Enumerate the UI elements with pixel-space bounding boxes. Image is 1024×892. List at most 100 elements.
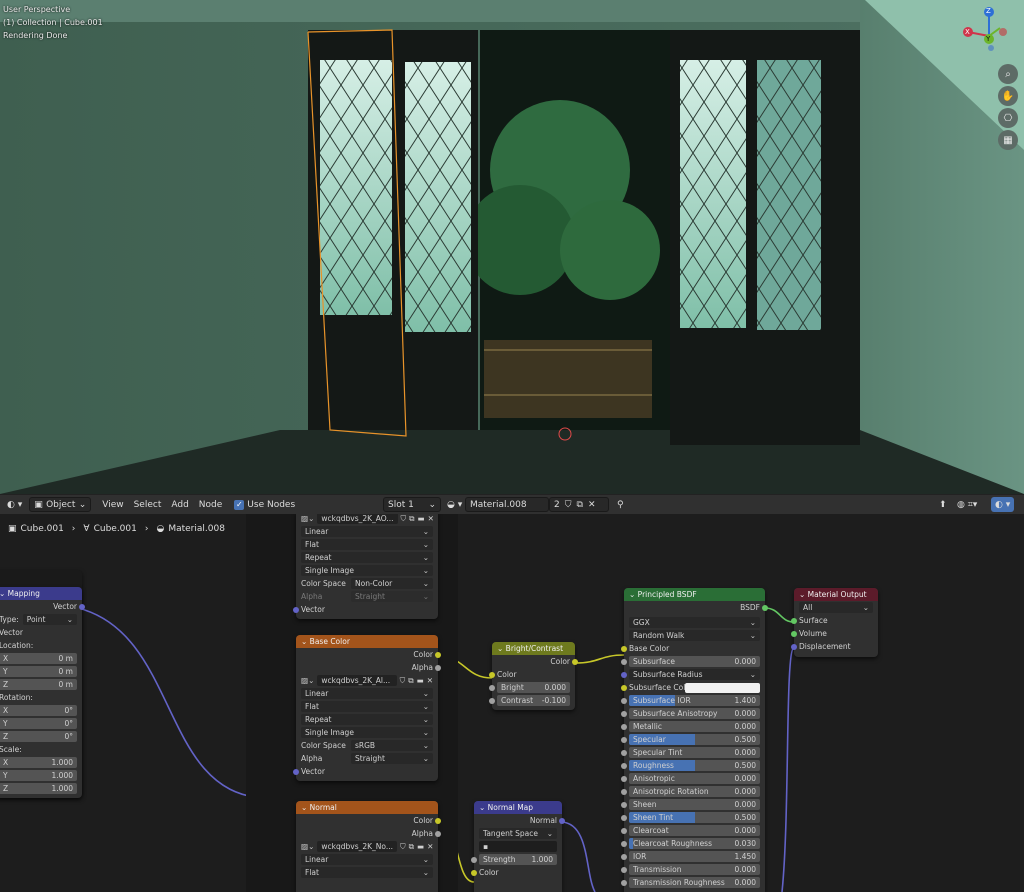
mapping-node[interactable]: ⌄ Mapping Vector Type: Point ⌄ Vector Loca… <box>0 587 85 798</box>
location-x-field[interactable]: X0 m <box>0 653 77 664</box>
strength-socket[interactable] <box>471 856 477 863</box>
base-vector-socket[interactable] <box>293 768 299 775</box>
displacement-input-socket[interactable] <box>791 643 797 650</box>
base-alpha-dropdown[interactable]: Straight ⌄ <box>351 753 433 764</box>
node-editor-canvas[interactable]: ▣ Cube.001 › ∀ Cube.001 › ◒ Material.008… <box>0 514 1024 892</box>
bsdf-field-specular[interactable]: Specular 0.500 <box>629 734 760 745</box>
base-color-node-header[interactable]: ⌄ Base Color <box>296 635 438 648</box>
grid-icon[interactable]: ▦ <box>998 130 1018 150</box>
bsdf-field-sheen[interactable]: Sheen 0.000 <box>629 799 760 810</box>
pin-icon[interactable]: ⚲ <box>613 497 628 512</box>
normal-map-node[interactable]: ⌄ Normal Map Normal Tangent Space ⌄ ▪ Str… <box>471 801 565 892</box>
menu-node[interactable]: Node <box>194 500 228 510</box>
slot-dropdown[interactable]: Slot 1 ⌄ <box>383 497 441 512</box>
bsdf-field-specular-tint[interactable]: Specular Tint 0.000 <box>629 747 760 758</box>
use-nodes-toggle[interactable]: ✓ Use Nodes <box>230 497 299 512</box>
bsdf-field-socket[interactable] <box>621 775 627 782</box>
subsurface-color-swatch[interactable] <box>685 682 760 693</box>
output-target-dropdown[interactable]: All ⌄ <box>799 602 873 613</box>
ao-texture-node[interactable]: ▨⌄ wckqdbvs_2K_AO... ⛉ ⧉ ▬ ✕ Linear ⌄ Flat ⌄ Re… <box>293 514 438 619</box>
bright-contrast-header[interactable]: ⌄ Bright/Contrast <box>492 642 575 655</box>
bsdf-field-socket[interactable] <box>621 723 627 730</box>
bsdf-field-subsurface-anisotropy[interactable]: Subsurface Anisotropy 0.000 <box>629 708 760 719</box>
image-duplicate-icon[interactable]: ⧉ <box>409 842 414 852</box>
strength-field[interactable]: Strength 1.000 <box>479 854 557 865</box>
normal-map-header[interactable]: ⌄ Normal Map <box>474 801 562 814</box>
bc-color-input-socket[interactable] <box>489 671 495 678</box>
scale-y-field[interactable]: Y 1.000 <box>0 770 77 781</box>
fake-user-shield-icon[interactable]: ⛉ <box>565 500 572 510</box>
overlay-icon[interactable]: ◐ ▾ <box>991 497 1015 512</box>
snap-icon[interactable]: ◍ ⌗▾ <box>953 497 981 512</box>
subsurface-color-socket[interactable] <box>621 684 627 691</box>
base-image-selector[interactable]: wckqdbvs_2K_Al... <box>317 675 397 686</box>
normal-interpolation-dropdown[interactable]: Linear ⌄ <box>301 854 433 865</box>
folder-icon[interactable]: ▬ <box>417 676 424 685</box>
material-name-field[interactable]: Material.008 <box>465 497 549 512</box>
base-interpolation-dropdown[interactable]: Linear ⌄ <box>301 688 433 699</box>
material-user-controls[interactable]: 2 ⛉ ⧉ ✕ <box>549 497 609 512</box>
distribution-dropdown[interactable]: GGX ⌄ <box>629 617 760 628</box>
bright-contrast-node[interactable]: ⌄ Bright/Contrast Color Color Bright 0.00… <box>489 642 578 710</box>
image-close-icon[interactable]: ✕ <box>427 842 433 851</box>
bsdf-field-socket[interactable] <box>621 697 627 704</box>
zoom-icon[interactable]: ⌕ <box>998 64 1018 84</box>
material-output-node[interactable]: ⌄ Material Output All ⌄ Surface Volume Di… <box>791 588 878 657</box>
ao-source-dropdown[interactable]: Single Image ⌄ <box>301 565 433 576</box>
base-colorspace-dropdown[interactable]: sRGB ⌄ <box>351 740 433 751</box>
subsurface-method-dropdown[interactable]: Random Walk ⌄ <box>629 630 760 641</box>
subsurface-radius-dropdown[interactable]: Subsurface Radius ⌄ <box>629 669 760 680</box>
bsdf-field-transmission-roughness[interactable]: Transmission Roughness 0.000 <box>629 877 760 888</box>
material-browse-icon[interactable]: ◒ ▾ <box>443 497 466 512</box>
material-output-header[interactable]: ⌄ Material Output <box>794 588 878 601</box>
parent-node-tree-icon[interactable]: ⬆ <box>935 497 951 512</box>
base-color-texture-node[interactable]: ⌄ Base Color Color Alpha ▨⌄ wckqdbvs_2K_A… <box>293 635 441 781</box>
surface-input-socket[interactable] <box>791 617 797 624</box>
bsdf-field-clearcoat[interactable]: Clearcoat 0.000 <box>629 825 760 836</box>
mapping-node-header[interactable]: ⌄ Mapping <box>0 587 82 600</box>
bc-bright-socket[interactable] <box>489 684 495 691</box>
ao-colorspace-dropdown[interactable]: Non-Color ⌄ <box>351 578 433 589</box>
bsdf-field-clearcoat-roughness[interactable]: Clearcoat Roughness 0.030 <box>629 838 760 849</box>
ao-interpolation-dropdown[interactable]: Linear ⌄ <box>301 526 433 537</box>
ao-image-selector[interactable]: wckqdbvs_2K_AO... <box>317 514 398 524</box>
bc-contrast-socket[interactable] <box>489 697 495 704</box>
location-y-field[interactable]: Y0 m <box>0 666 77 677</box>
rotation-z-field[interactable]: Z 0° <box>0 731 77 742</box>
volume-input-socket[interactable] <box>791 630 797 637</box>
close-icon[interactable]: ✕ <box>588 500 596 510</box>
camera-icon[interactable]: ⎔ <box>998 108 1018 128</box>
normal-space-dropdown[interactable]: Tangent Space ⌄ <box>479 828 557 839</box>
subsurface-socket[interactable] <box>621 658 627 665</box>
object-mode-dropdown[interactable]: ▣ Object ⌄ <box>29 497 92 512</box>
normal-map-output-socket[interactable] <box>559 817 565 824</box>
bsdf-field-socket[interactable] <box>621 853 627 860</box>
ao-extension-dropdown[interactable]: Repeat ⌄ <box>301 552 433 563</box>
bsdf-field-metallic[interactable]: Metallic 0.000 <box>629 721 760 732</box>
bsdf-field-socket[interactable] <box>621 801 627 808</box>
bsdf-field-socket[interactable] <box>621 827 627 834</box>
subsurface-radius-socket[interactable] <box>621 671 627 678</box>
rotation-x-field[interactable]: X 0° <box>0 705 77 716</box>
bsdf-field-socket[interactable] <box>621 710 627 717</box>
bsdf-field-socket[interactable] <box>621 788 627 795</box>
base-projection-dropdown[interactable]: Flat ⌄ <box>301 701 433 712</box>
bsdf-field-subsurface-ior[interactable]: Subsurface IOR 1.400 <box>629 695 760 706</box>
normal-image-selector[interactable]: wckqdbvs_2K_No... <box>317 841 398 852</box>
pan-hand-icon[interactable]: ✋ <box>998 86 1018 106</box>
subsurface-field[interactable]: Subsurface 0.000 <box>629 656 760 667</box>
bsdf-field-sheen-tint[interactable]: Sheen Tint 0.500 <box>629 812 760 823</box>
normal-texture-node[interactable]: ⌄ Normal Color Alpha ▨⌄ wckqdbvs_2K_No...… <box>296 801 441 892</box>
normal-alpha-output-socket[interactable] <box>435 830 441 837</box>
base-color-output-socket[interactable] <box>435 651 441 658</box>
scale-x-field[interactable]: X 1.000 <box>0 757 77 768</box>
principled-bsdf-node[interactable]: ⌄ Principled BSDF BSDF GGX ⌄ Random Walk ⌄… <box>621 588 768 892</box>
bright-field[interactable]: Bright 0.000 <box>497 682 570 693</box>
bc-color-output-socket[interactable] <box>572 658 578 665</box>
rotation-y-field[interactable]: Y 0° <box>0 718 77 729</box>
image-close-icon[interactable]: ✕ <box>428 514 434 523</box>
menu-view[interactable]: View <box>97 500 128 510</box>
menu-select[interactable]: Select <box>129 500 167 510</box>
normal-projection-dropdown[interactable]: Flat ⌄ <box>301 867 433 878</box>
bsdf-field-socket[interactable] <box>621 762 627 769</box>
